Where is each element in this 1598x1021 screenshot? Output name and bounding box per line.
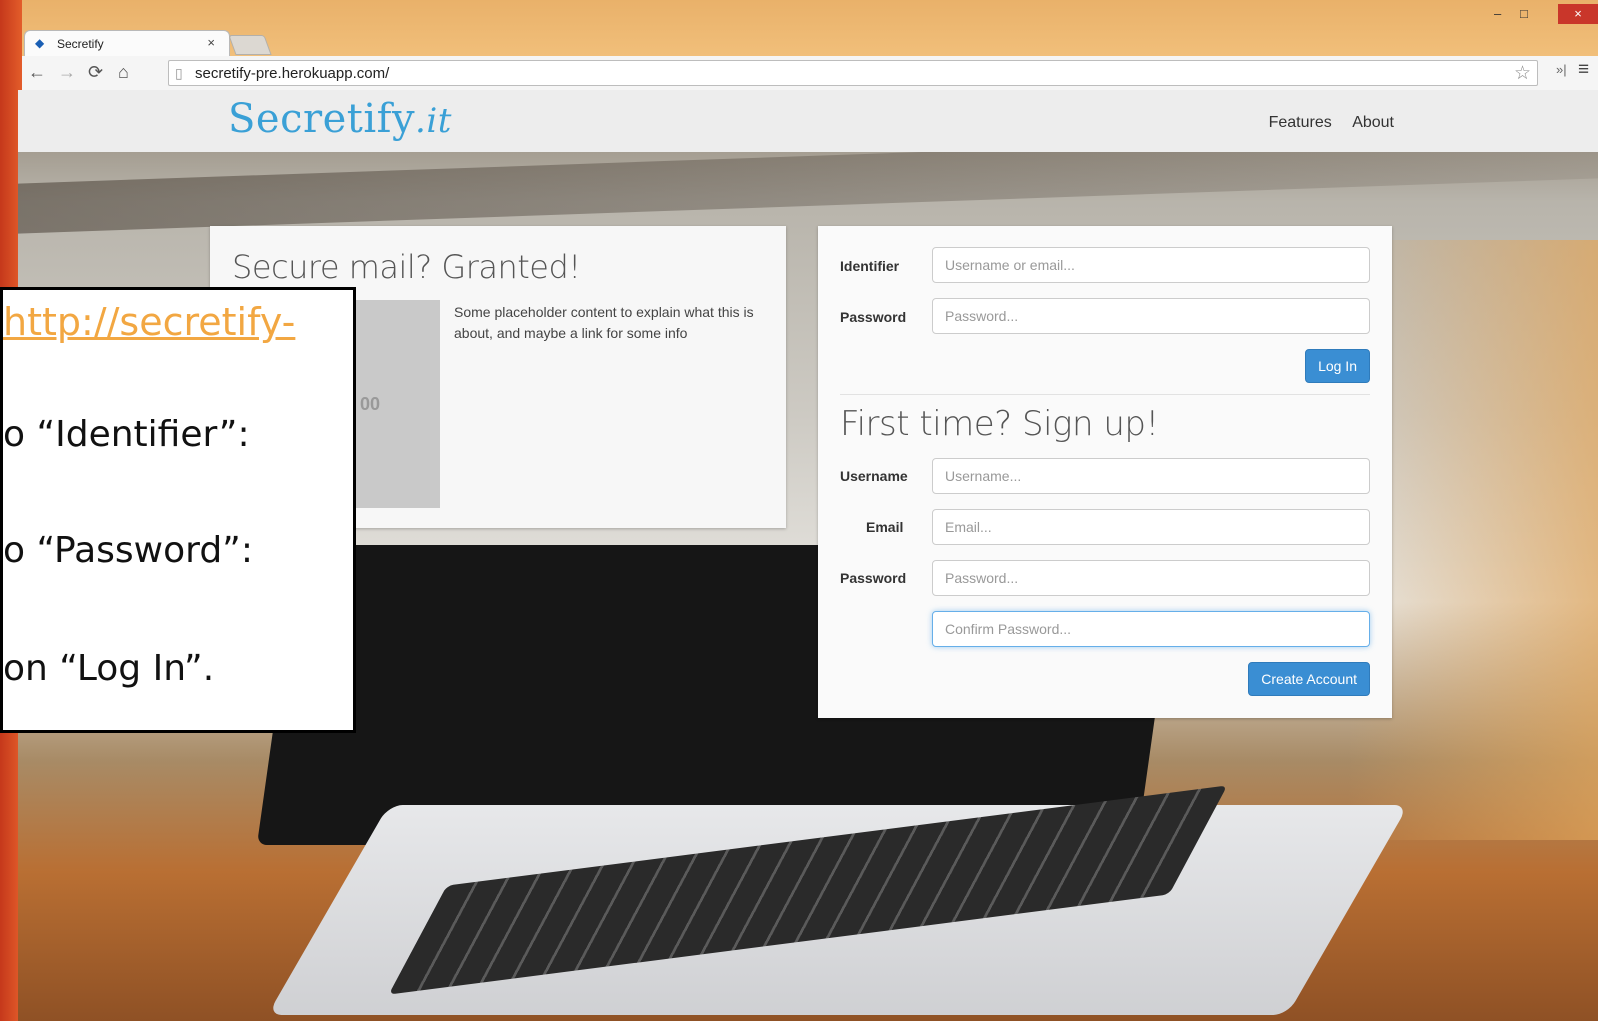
log-in-button[interactable]: Log In [1305,349,1370,383]
minimize-icon[interactable]: – [1494,6,1501,21]
username-input[interactable] [932,458,1370,494]
site-navbar: Secretify.it Features About [18,90,1598,152]
placeholder-image-label: 00 [360,394,381,414]
browser-toolbar: ← → ⟳ ⌂ ▯ secretify-pre.herokuapp.com/ ☆… [22,56,1598,91]
hero-description: Some placeholder content to explain what… [454,304,754,341]
page-icon: ▯ [175,65,183,81]
home-icon[interactable]: ⌂ [118,62,129,83]
callout-step-login: on “Log In”. [3,648,215,689]
create-account-button[interactable]: Create Account [1248,662,1370,696]
auth-card: Identifier Password Log In First time? S… [818,226,1392,718]
divider [840,394,1370,395]
tab-close-icon[interactable]: × [207,35,215,50]
login-password-input[interactable] [932,298,1370,334]
window-close-button[interactable]: × [1558,4,1598,24]
chrome-menu-icon[interactable]: ≡ [1578,59,1589,81]
hero-title: Secure mail? Granted! [232,248,581,286]
tab-title: Secretify [57,37,104,51]
maximize-icon[interactable]: □ [1520,6,1528,21]
identifier-label: Identifier [840,258,900,274]
signup-password-label: Password [840,570,907,586]
instruction-callout: http://secretify- o “Identifier”: o “Pas… [0,287,356,733]
login-password-label: Password [840,309,907,325]
address-url[interactable]: secretify-pre.herokuapp.com/ [195,65,389,82]
confirm-password-input[interactable] [932,611,1370,647]
callout-url-link[interactable]: http://secretify- [3,300,295,344]
reload-icon[interactable]: ⟳ [88,62,103,83]
email-input[interactable] [932,509,1370,545]
secretify-favicon-icon: ◆ [35,36,45,50]
callout-step-password: o “Password”: [3,530,253,571]
site-nav-links: Features About [1253,114,1394,132]
bookmark-star-icon[interactable]: ☆ [1514,62,1531,85]
brand-main: Secretify [228,96,416,142]
extensions-overflow-icon[interactable]: »| [1556,62,1567,77]
address-bar[interactable]: ▯ secretify-pre.herokuapp.com/ ☆ [168,60,1538,86]
back-icon[interactable]: ← [28,62,46,83]
identifier-input[interactable] [932,247,1370,283]
site-logo[interactable]: Secretify.it [228,96,452,142]
signup-password-input[interactable] [932,560,1370,596]
brand-suffix: .it [415,101,452,141]
new-tab-button[interactable] [228,35,272,55]
forward-icon[interactable]: → [58,62,76,83]
username-label: Username [840,468,908,484]
signup-title: First time? Sign up! [840,404,1159,444]
callout-step-identifier: o “Identifier”: [3,414,250,455]
nav-about-link[interactable]: About [1352,114,1394,131]
email-label: Email [866,519,904,535]
browser-tab[interactable]: ◆ Secretify × [24,30,230,56]
nav-features-link[interactable]: Features [1269,114,1332,131]
